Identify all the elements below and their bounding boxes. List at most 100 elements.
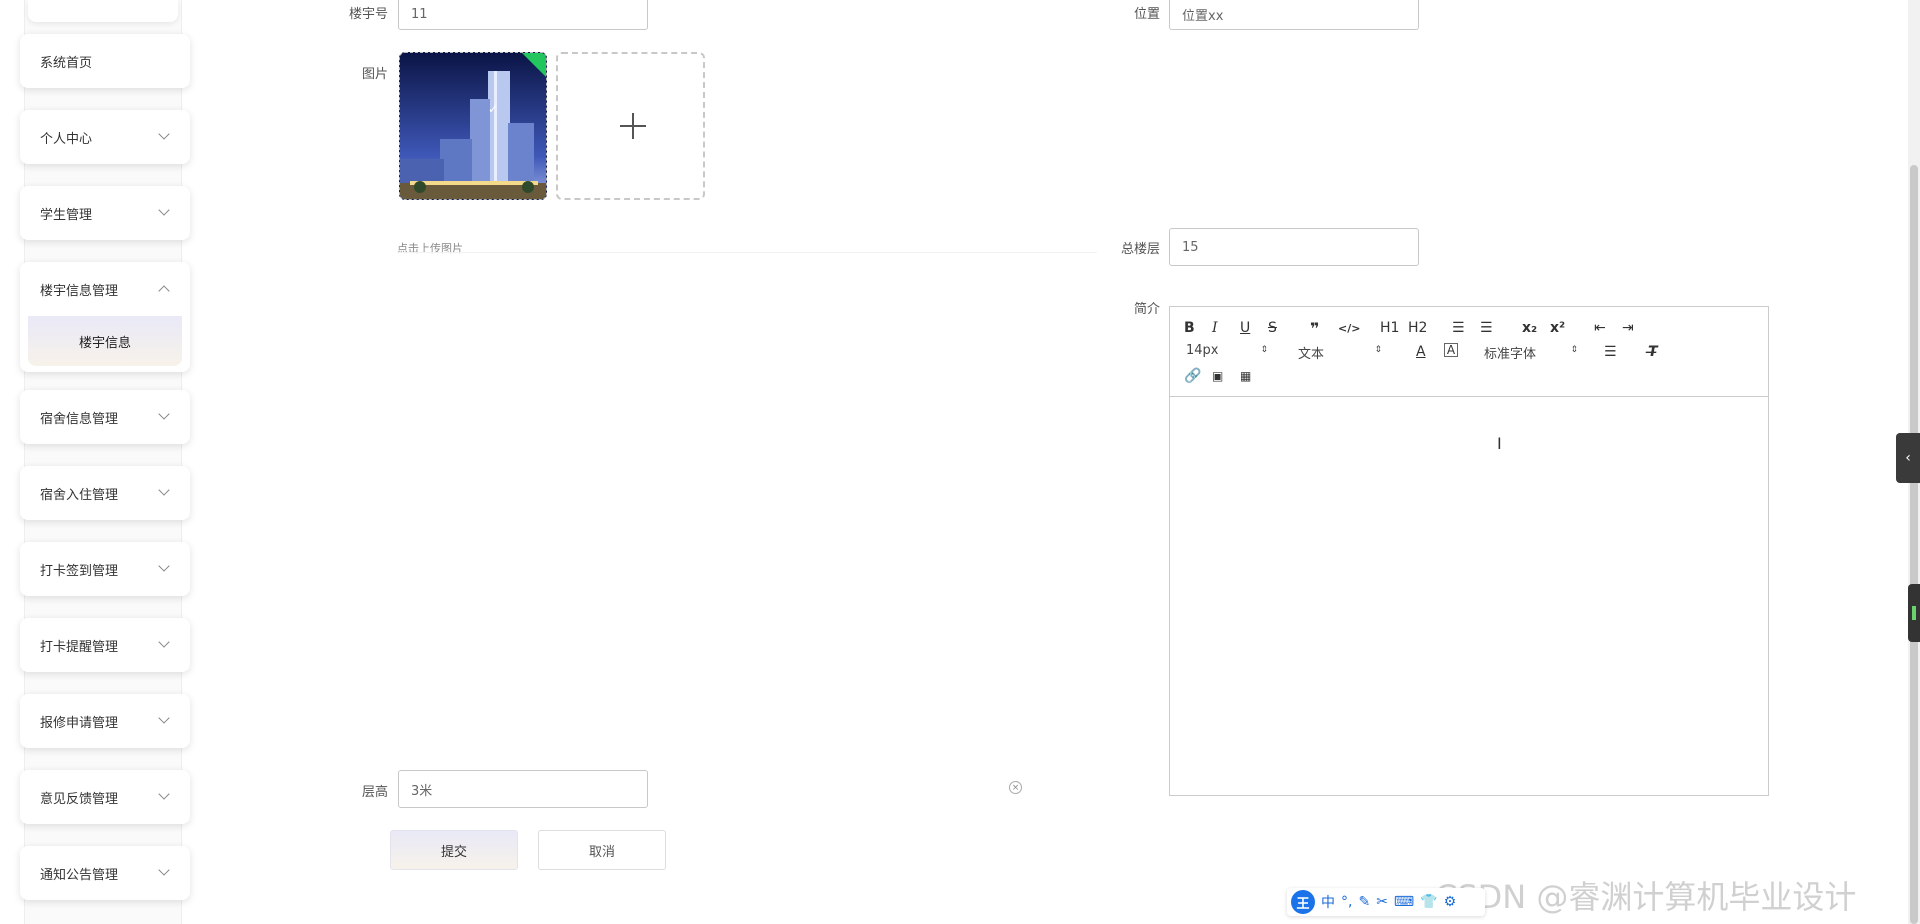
code-block-icon[interactable]: </> [1338,319,1360,337]
italic-button[interactable]: I [1212,319,1218,337]
building-no-input[interactable]: 11 [398,0,648,30]
sidebar-item-checkin[interactable]: 宿舍入住管理 [20,466,190,520]
font-size-select[interactable]: 14px ⇕ [1186,343,1268,358]
sidebar-item-sign-in[interactable]: 打卡签到管理 [20,542,190,596]
sidebar-item-personal[interactable]: 个人中心 [20,110,190,164]
sidebar-item-label: 宿舍信息管理 [40,411,119,427]
ordered-list-icon[interactable]: ☰ [1452,319,1465,337]
superscript-button[interactable]: x² [1550,319,1565,337]
indent-icon[interactable]: ⇥ [1622,319,1634,337]
image-label: 图片 [361,67,388,82]
scrollbar-thumb[interactable] [1910,165,1918,924]
sidebar-subitem-building-info[interactable]: 楼宇信息 [28,316,182,366]
submit-button[interactable]: 提交 [390,830,518,870]
underline-button[interactable]: U [1240,319,1250,337]
handle-grip-icon [1912,606,1916,620]
chevron-up-icon [158,285,170,297]
svg-text:✓: ✓ [488,102,498,116]
editor-toolbar: B I U S ❞ </> H1 H2 ☰ ☰ x₂ x² ⇤ ⇥ 14px ⇕ … [1170,307,1768,397]
chevron-down-icon [158,484,170,496]
sidebar-top-stub [28,0,178,22]
ime-punct-icon[interactable]: °, [1341,894,1352,910]
chevron-down-icon [158,864,170,876]
sidebar-item-reminder[interactable]: 打卡提醒管理 [20,618,190,672]
blockquote-icon[interactable]: ❞ [1310,319,1319,338]
floor-height-input[interactable]: 3米 [398,770,648,808]
location-input[interactable]: 位置xx [1169,0,1419,30]
sidebar-item-label: 意见反馈管理 [40,791,119,807]
ime-keyboard-icon[interactable]: ⌨ [1394,894,1414,910]
align-icon[interactable]: ☰ [1604,343,1617,361]
side-handle[interactable] [1908,584,1920,642]
upload-add-button[interactable] [556,52,705,200]
select-arrow-icon: ⇕ [1260,345,1268,355]
sidebar-item-label: 宿舍入住管理 [40,487,119,503]
clear-icon[interactable]: × [1009,781,1022,794]
font-family-select[interactable]: 标准字体 ⇕ [1484,343,1578,362]
watermark: CSDN @睿渊计算机毕业设计 [1435,878,1857,916]
header-select-value: 文本 [1298,347,1325,362]
sidebar-item-students[interactable]: 学生管理 [20,186,190,240]
chevron-down-icon [158,560,170,572]
floor-height-label: 层高 [361,785,388,800]
chevron-down-icon [158,712,170,724]
sidebar-item-dorms[interactable]: 宿舍信息管理 [20,390,190,444]
divider [397,252,1097,253]
ime-mode[interactable]: 中 [1321,892,1335,912]
sidebar-item-label: 个人中心 [40,131,93,147]
text-cursor-icon: I [1497,434,1502,453]
subscript-button[interactable]: x₂ [1522,319,1537,337]
bold-button[interactable]: B [1184,319,1195,337]
chevron-down-icon [158,408,170,420]
strike-button[interactable]: S [1268,319,1277,337]
ime-skin-icon[interactable]: 👕 [1420,894,1437,910]
sidebar-item-buildings[interactable]: 楼宇信息管理 楼宇信息 [20,262,190,372]
sidebar-item-label: 报修申请管理 [40,715,119,731]
header-select[interactable]: 文本 ⇕ [1298,343,1382,362]
ime-toolbar: 王 中 °, ✎ ✂ ⌨ 👕 ⚙ [1287,888,1485,916]
building-no-label: 楼宇号 [348,7,388,22]
sidebar-item-home[interactable]: 系统首页 [20,34,190,88]
ime-logo[interactable]: 王 [1291,890,1315,914]
building-no-value: 11 [411,7,428,22]
sidebar-item-label: 打卡提醒管理 [40,639,119,655]
bullet-list-icon[interactable]: ☰ [1480,319,1493,337]
link-icon[interactable]: 🔗 [1184,367,1201,385]
location-value: 位置xx [1182,9,1224,24]
chevron-down-icon [158,636,170,648]
sidebar-item-label: 学生管理 [40,207,93,223]
outdent-icon[interactable]: ⇤ [1594,319,1606,337]
ime-pen-icon[interactable]: ✎ [1358,894,1370,910]
sidebar-item-feedback[interactable]: 意见反馈管理 [20,770,190,824]
ime-scissors-icon[interactable]: ✂ [1376,894,1388,910]
plus-icon-vertical [632,113,634,139]
chevron-down-icon [158,204,170,216]
background-color-icon[interactable]: A [1444,343,1458,357]
total-floors-label: 总楼层 [1120,242,1160,257]
sidebar-item-repair[interactable]: 报修申请管理 [20,694,190,748]
font-size-value: 14px [1186,343,1219,358]
chevron-down-icon [158,788,170,800]
panel-toggle-chevron-left-icon[interactable]: ‹ [1896,433,1920,483]
video-icon[interactable]: ▦ [1240,367,1251,385]
h1-button[interactable]: H1 [1380,319,1399,337]
cancel-button[interactable]: 取消 [538,830,666,870]
uploaded-image-thumbnail[interactable]: ✓ [399,52,547,200]
h2-button[interactable]: H2 [1408,319,1427,337]
image-icon[interactable]: ▣ [1212,367,1223,385]
location-label: 位置 [1133,7,1160,22]
chevron-down-icon [158,128,170,140]
sidebar-item-notice[interactable]: 通知公告管理 [20,846,190,900]
ime-settings-icon[interactable]: ⚙ [1444,894,1457,910]
font-color-icon[interactable]: A [1416,343,1426,361]
clear-format-icon[interactable]: T̶ [1648,343,1658,361]
font-family-value: 标准字体 [1484,347,1537,362]
rich-text-editor[interactable]: B I U S ❞ </> H1 H2 ☰ ☰ x₂ x² ⇤ ⇥ 14px ⇕ … [1169,306,1769,796]
sidebar-item-label: 楼宇信息管理 [40,283,119,299]
sidebar-item-label: 通知公告管理 [40,867,119,883]
select-arrow-icon: ⇕ [1374,345,1382,355]
sidebar: 系统首页 个人中心 学生管理 楼宇信息管理 楼宇信息 宿舍信息管理 宿舍入住管理… [0,0,190,924]
total-floors-input[interactable]: 15 [1169,228,1419,266]
intro-label: 简介 [1133,302,1160,317]
select-arrow-icon: ⇕ [1570,345,1578,355]
